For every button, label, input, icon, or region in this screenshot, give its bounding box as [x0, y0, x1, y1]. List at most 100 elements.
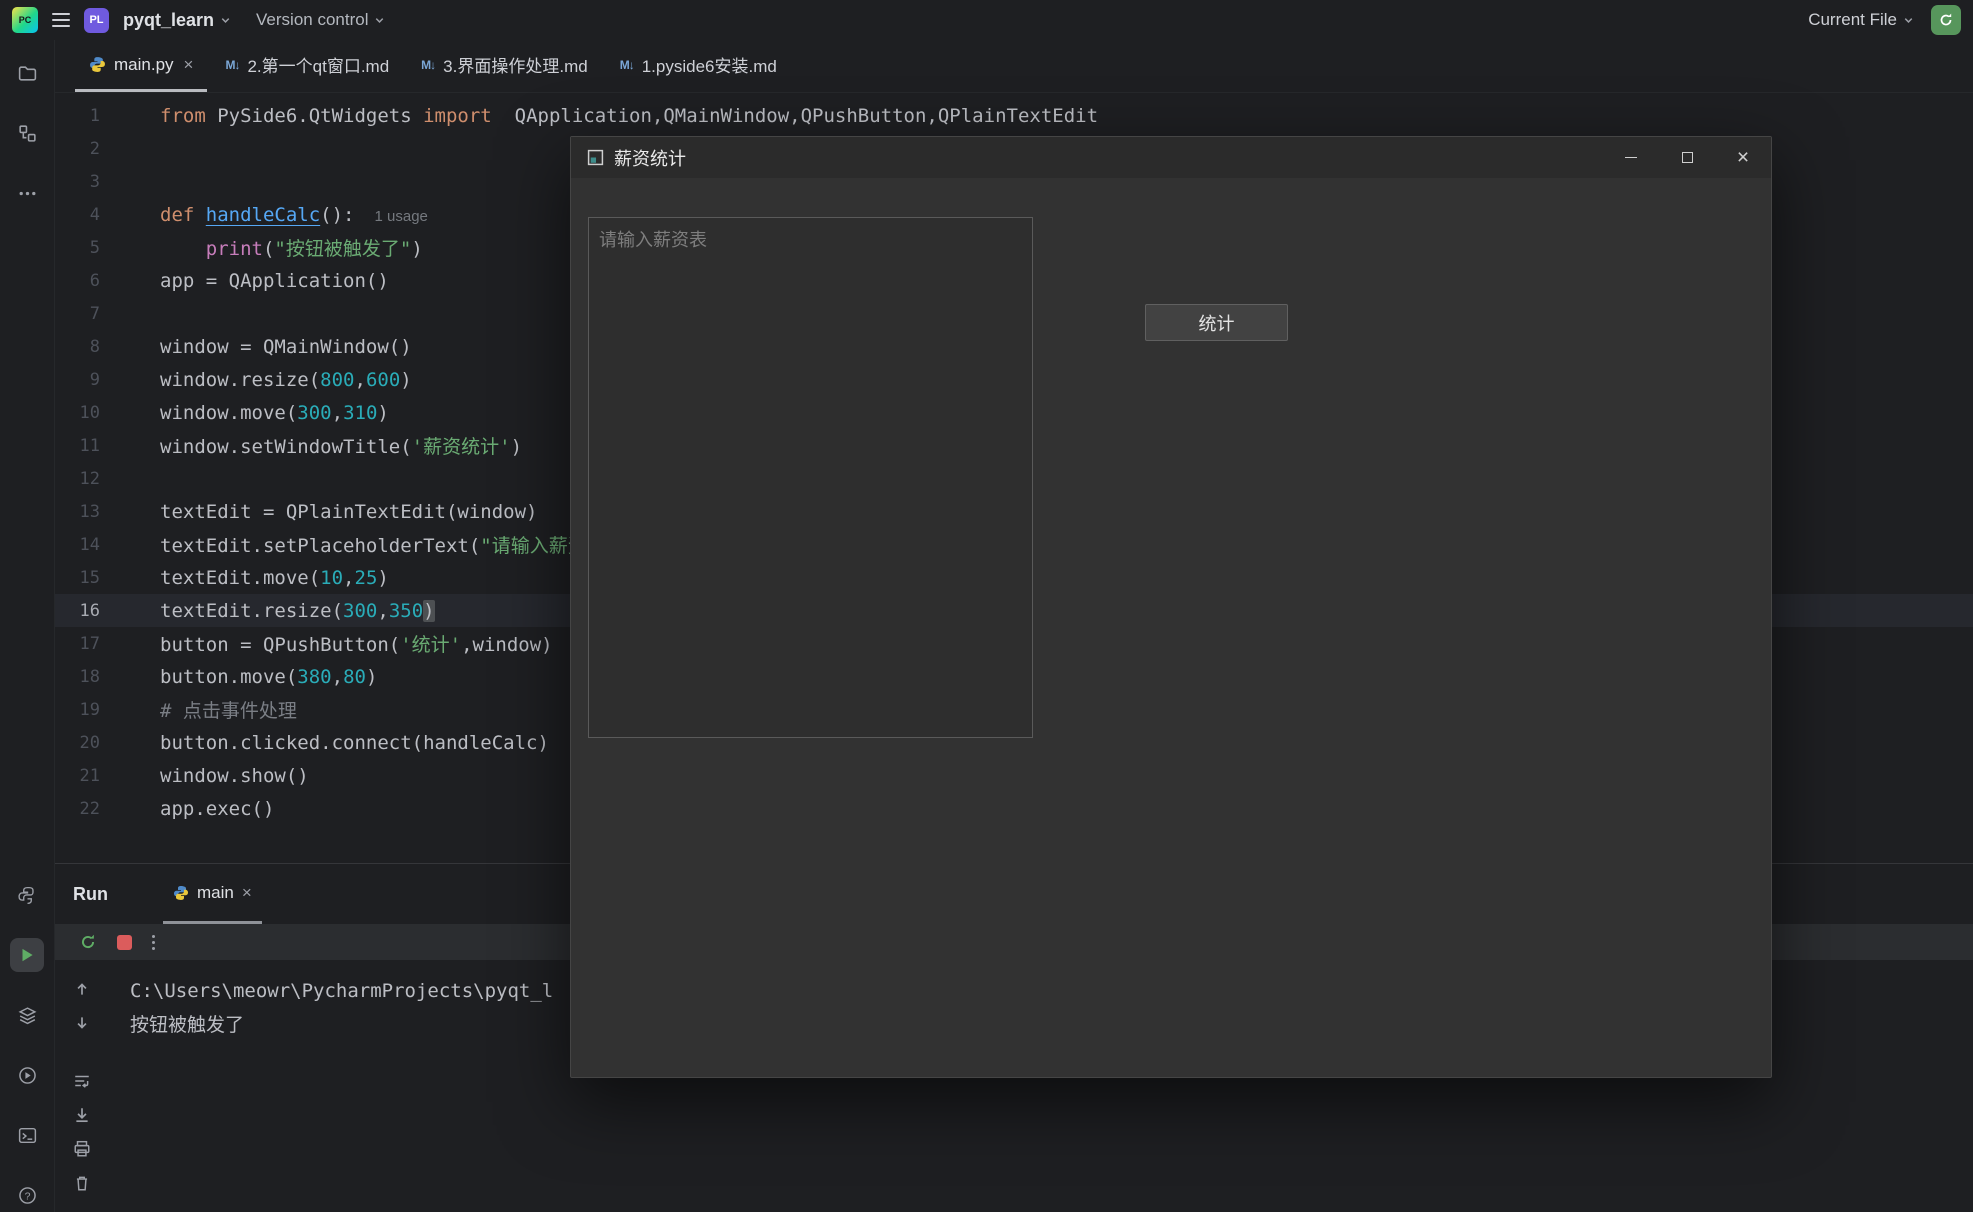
code-token: ): [377, 402, 388, 424]
code-token: import: [423, 105, 492, 127]
tab-label: 2.第一个qt窗口.md: [247, 52, 389, 77]
line-number[interactable]: 11: [55, 436, 100, 456]
chevron-down-icon: [219, 14, 232, 27]
pycharm-window: PC PL pyqt_learn Version control Current…: [0, 0, 1973, 1212]
code-token: ): [400, 369, 411, 391]
line-number[interactable]: 8: [55, 337, 100, 357]
stop-icon[interactable]: [117, 935, 132, 950]
line-number[interactable]: 6: [55, 271, 100, 291]
code-token: PySide6.QtWidgets: [206, 105, 423, 127]
code-token: 25: [355, 567, 378, 589]
tab-label: 1.pyside6安装.md: [642, 52, 777, 77]
pycharm-logo-icon: PC: [12, 7, 38, 33]
rerun-icon[interactable]: [79, 933, 97, 951]
stats-button[interactable]: 统计: [1145, 304, 1288, 341]
run-configuration-selector[interactable]: Current File: [1808, 10, 1915, 30]
line-number[interactable]: 16: [55, 601, 100, 621]
more-options-icon[interactable]: [152, 935, 155, 950]
code-line[interactable]: 1from PySide6.QtWidgets import QApplicat…: [55, 99, 1973, 132]
line-number[interactable]: 4: [55, 205, 100, 225]
soft-wrap-icon[interactable]: [73, 1072, 91, 1090]
line-number[interactable]: 19: [55, 700, 100, 720]
run-tab-label: main: [197, 883, 234, 903]
line-number[interactable]: 3: [55, 172, 100, 192]
terminal-icon[interactable]: [10, 1118, 44, 1152]
code-token: '薪资统计': [412, 436, 511, 458]
code-token: textEdit = QPlainTextEdit(window): [160, 501, 538, 523]
up-stacktrace-icon[interactable]: [73, 980, 91, 998]
code-token: app.exec(): [160, 798, 274, 820]
help-icon[interactable]: ?: [10, 1178, 44, 1212]
line-number[interactable]: 15: [55, 568, 100, 588]
line-number[interactable]: 21: [55, 766, 100, 786]
textedit-placeholder: 请输入薪资表: [599, 230, 707, 250]
code-token: (: [263, 238, 274, 260]
code-with-me-icon[interactable]: [1931, 5, 1961, 35]
code-token: 300: [343, 600, 377, 622]
python-file-icon: [173, 885, 189, 901]
code-token: ,window): [461, 634, 553, 656]
salary-textedit[interactable]: 请输入薪资表: [588, 217, 1033, 738]
code-token: def: [160, 204, 194, 226]
code-token: button.move(: [160, 666, 297, 688]
services-icon[interactable]: [10, 998, 44, 1032]
qt-titlebar[interactable]: 薪资统计 ×: [571, 137, 1771, 178]
down-stacktrace-icon[interactable]: [73, 1014, 91, 1032]
line-number[interactable]: 9: [55, 370, 100, 390]
run-tool-window-icon[interactable]: [10, 938, 44, 972]
more-tool-windows-icon[interactable]: [10, 176, 44, 210]
close-icon[interactable]: ×: [184, 55, 194, 75]
code-token: 380: [297, 666, 331, 688]
qt-window-body: 请输入薪资表 统计: [571, 178, 1771, 1077]
line-number[interactable]: 5: [55, 238, 100, 258]
code-token: handleCalc: [206, 204, 320, 226]
tab-md-2[interactable]: M↓ 2.第一个qt窗口.md: [211, 40, 403, 92]
line-number[interactable]: 18: [55, 667, 100, 687]
code-token: window = QMainWindow(): [160, 336, 412, 358]
console-gutter: [67, 980, 97, 1192]
line-number[interactable]: 1: [55, 106, 100, 126]
code-token: textEdit.resize(: [160, 600, 343, 622]
tab-md-3[interactable]: M↓ 3.界面操作处理.md: [407, 40, 602, 92]
editor-tab-bar: main.py × M↓ 2.第一个qt窗口.md M↓ 3.界面操作处理.md…: [55, 40, 1973, 93]
markdown-file-icon: M↓: [620, 58, 634, 72]
print-icon[interactable]: [73, 1140, 91, 1158]
line-number[interactable]: 2: [55, 139, 100, 159]
line-number[interactable]: 20: [55, 733, 100, 753]
tab-main-py[interactable]: main.py ×: [75, 40, 207, 92]
qt-app-window[interactable]: 薪资统计 × 请输入薪资表 统计: [570, 136, 1772, 1078]
code-token: window.show(): [160, 765, 309, 787]
project-selector[interactable]: pyqt_learn: [123, 10, 232, 31]
line-number[interactable]: 22: [55, 799, 100, 819]
code-token: 350: [389, 600, 423, 622]
code-token: ,: [343, 567, 354, 589]
code-token: ): [411, 238, 422, 260]
line-number[interactable]: 12: [55, 469, 100, 489]
python-console-icon[interactable]: [10, 878, 44, 912]
code-token: 10: [320, 567, 343, 589]
run-tab-main[interactable]: main ×: [163, 864, 262, 924]
line-number[interactable]: 7: [55, 304, 100, 324]
line-number[interactable]: 14: [55, 535, 100, 555]
structure-icon[interactable]: [10, 116, 44, 150]
close-icon[interactable]: ×: [242, 883, 252, 903]
project-folder-icon[interactable]: [10, 56, 44, 90]
tab-md-1[interactable]: M↓ 1.pyside6安装.md: [606, 40, 791, 92]
maximize-button[interactable]: [1659, 137, 1715, 178]
line-number[interactable]: 13: [55, 502, 100, 522]
minimize-button[interactable]: [1603, 137, 1659, 178]
hamburger-menu-icon[interactable]: [52, 13, 70, 27]
python-file-icon: [89, 56, 106, 73]
code-token: textEdit.move(: [160, 567, 320, 589]
code-token: 600: [366, 369, 400, 391]
profiler-icon[interactable]: [10, 1058, 44, 1092]
code-token: ): [511, 436, 522, 458]
line-number[interactable]: 17: [55, 634, 100, 654]
project-badge[interactable]: PL: [84, 8, 109, 33]
line-number[interactable]: 10: [55, 403, 100, 423]
version-control-selector[interactable]: Version control: [256, 10, 386, 30]
clear-console-icon[interactable]: [73, 1174, 91, 1192]
code-token: ): [423, 600, 434, 622]
scroll-to-end-icon[interactable]: [73, 1106, 91, 1124]
close-button[interactable]: ×: [1715, 137, 1771, 178]
